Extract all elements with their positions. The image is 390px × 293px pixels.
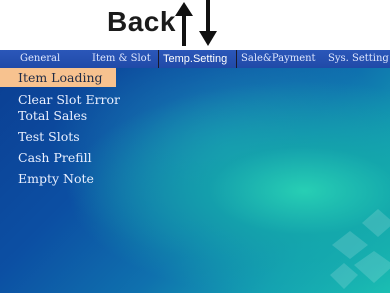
menu-item-total-sales[interactable]: Total Sales bbox=[0, 106, 87, 125]
tab-sys-setting[interactable]: Sys. Setting bbox=[328, 50, 389, 68]
vending-menu-screen: General Item & Slot Temp.Setting Sale&Pa… bbox=[0, 50, 390, 293]
arrow-down-icon[interactable] bbox=[197, 0, 219, 48]
background-decoration bbox=[330, 209, 390, 289]
tab-bar: General Item & Slot Temp.Setting Sale&Pa… bbox=[0, 50, 390, 68]
tab-temp-setting[interactable]: Temp.Setting bbox=[163, 50, 227, 68]
menu-item-cash-prefill[interactable]: Cash Prefill bbox=[0, 148, 92, 167]
menu-item-test-slots[interactable]: Test Slots bbox=[0, 127, 80, 146]
menu-item-empty-note[interactable]: Empty Note bbox=[0, 169, 94, 188]
menu-item-item-loading[interactable]: Item Loading bbox=[0, 68, 116, 87]
tab-item-slot[interactable]: Item & Slot bbox=[92, 50, 151, 68]
back-button[interactable]: Back bbox=[107, 4, 176, 40]
tab-general[interactable]: General bbox=[20, 50, 60, 68]
top-bar: Back bbox=[0, 0, 390, 50]
tab-divider bbox=[236, 50, 237, 68]
tab-divider bbox=[158, 50, 159, 68]
tab-sale-payment[interactable]: Sale&Payment bbox=[241, 50, 316, 68]
arrow-up-icon[interactable] bbox=[173, 0, 195, 46]
